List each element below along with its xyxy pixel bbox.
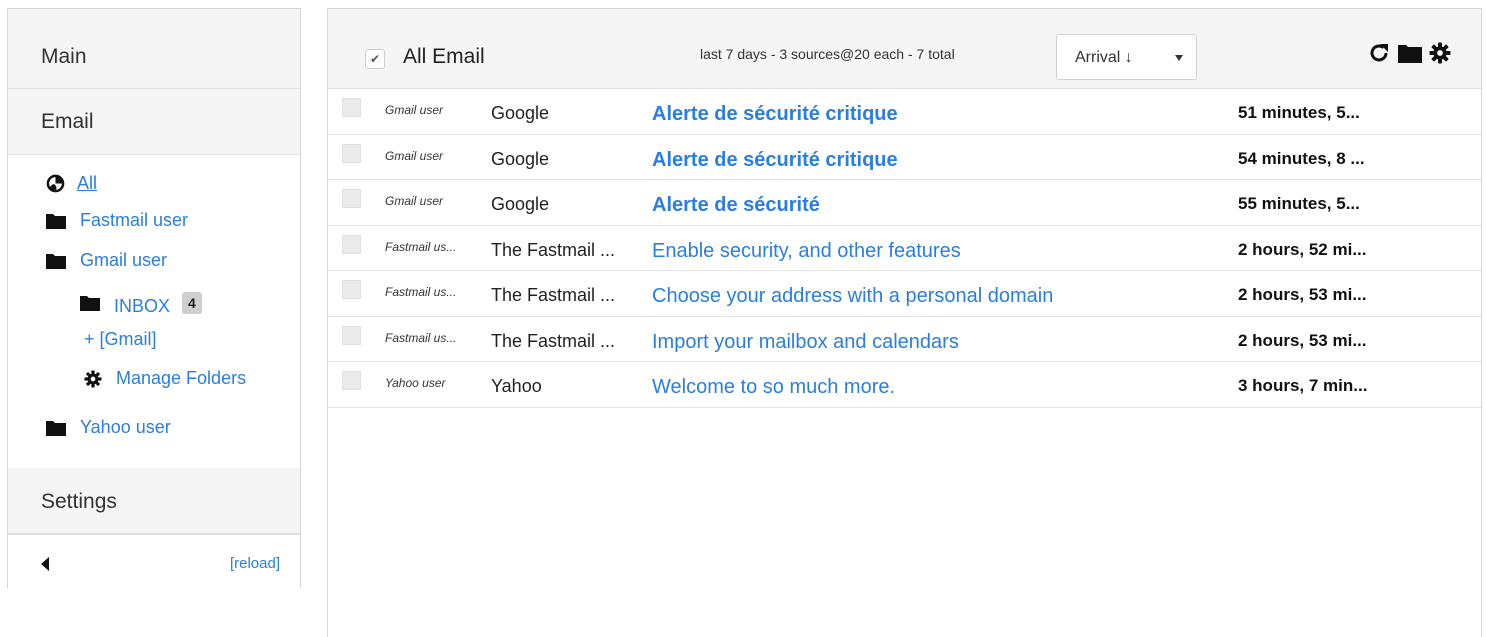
message-time: 55 minutes, 5... (1238, 194, 1360, 213)
row-checkbox[interactable] (342, 280, 361, 299)
message-sender: The Fastmail ... (491, 239, 616, 260)
message-account: Fastmail us... (385, 239, 457, 254)
folder-icon (80, 294, 100, 311)
message-account: Gmail user (385, 194, 444, 208)
message-sender: Yahoo (491, 376, 542, 396)
gear-icon[interactable] (1429, 42, 1451, 64)
message-time: 3 hours, 7 min... (1238, 376, 1368, 395)
gear-icon (84, 369, 102, 388)
folder-all-link[interactable]: All (77, 173, 97, 194)
nav-settings[interactable]: Settings (8, 468, 300, 534)
message-account: Gmail user (385, 103, 444, 117)
folder-fastmail[interactable]: Fastmail user (46, 210, 188, 231)
message-sender: Google (491, 194, 550, 214)
row-checkbox[interactable] (342, 325, 361, 345)
message-time: 54 minutes, 8 ... (1238, 148, 1365, 168)
message-time: 2 hours, 53 mi... (1238, 285, 1367, 304)
folder-all[interactable]: All (46, 173, 97, 194)
folder-fastmail-link[interactable]: Fastmail user (80, 210, 188, 231)
folder-gmail-sub-link[interactable]: + [Gmail] (84, 329, 157, 350)
message-row[interactable]: Fastmail us... The Fastmail ... Enable s… (328, 226, 1481, 271)
folder-gmail-sub[interactable]: + [Gmail] (84, 329, 157, 350)
chevron-down-icon (1175, 55, 1183, 61)
message-row[interactable]: Gmail user Google Alerte de sécurité cri… (328, 135, 1481, 180)
message-subject[interactable]: Alerte de sécurité critique (652, 149, 898, 172)
message-subject[interactable]: Import your mailbox and calendars (652, 331, 959, 354)
message-row[interactable]: Gmail user Google Alerte de sécurité 55 … (328, 180, 1481, 226)
message-list: Gmail user Google Alerte de sécurité cri… (328, 89, 1481, 408)
manage-folders-link[interactable]: Manage Folders (116, 368, 246, 389)
message-time: 51 minutes, 5... (1238, 103, 1360, 122)
row-checkbox[interactable] (342, 189, 361, 208)
folder-gmail-link[interactable]: Gmail user (80, 250, 167, 271)
globe-icon (46, 174, 65, 193)
message-sender: Google (491, 103, 550, 123)
folder-yahoo[interactable]: Yahoo user (46, 417, 171, 438)
sidebar: Main Email All Fastmail user Gmail user (7, 8, 301, 588)
message-subject[interactable]: Alerte de sécurité (652, 194, 820, 217)
message-row[interactable]: Fastmail us... The Fastmail ... Choose y… (328, 271, 1481, 317)
message-time: 2 hours, 52 mi... (1238, 239, 1367, 259)
message-row[interactable]: Fastmail us... The Fastmail ... Import y… (328, 317, 1481, 362)
message-sender: The Fastmail ... (491, 330, 616, 351)
reload-link[interactable]: [reload] (230, 555, 280, 572)
refresh-icon[interactable] (1367, 41, 1391, 65)
select-all-checkbox[interactable]: ✔ (365, 49, 385, 69)
unread-count-badge: 4 (182, 291, 202, 314)
message-subject[interactable]: Enable security, and other features (652, 240, 961, 263)
message-account: Gmail user (385, 148, 444, 163)
message-account: Fastmail us... (385, 330, 457, 345)
message-subject[interactable]: Alerte de sécurité critique (652, 103, 898, 126)
collapse-sidebar-icon[interactable] (41, 557, 49, 571)
folder-icon[interactable] (1397, 42, 1423, 64)
sidebar-footer: [reload] (8, 534, 300, 588)
row-checkbox[interactable] (342, 143, 361, 163)
folder-icon (46, 419, 66, 436)
manage-folders[interactable]: Manage Folders (84, 368, 246, 389)
sort-select-value: Arrival ↓ (1075, 49, 1133, 66)
toolbar-actions (1367, 41, 1451, 65)
list-summary: last 7 days - 3 sources@20 each - 7 tota… (700, 46, 955, 62)
nav-main[interactable]: Main (8, 9, 300, 89)
email-list-panel: ✔ All Email last 7 days - 3 sources@20 e… (327, 8, 1482, 637)
row-checkbox[interactable] (342, 371, 361, 390)
message-sender: Google (491, 148, 550, 169)
email-toolbar: ✔ All Email last 7 days - 3 sources@20 e… (328, 9, 1481, 89)
message-account: Fastmail us... (385, 285, 457, 299)
row-checkbox[interactable] (342, 98, 361, 117)
row-checkbox[interactable] (342, 234, 361, 254)
folder-yahoo-link[interactable]: Yahoo user (80, 417, 171, 438)
message-row[interactable]: Gmail user Google Alerte de sécurité cri… (328, 89, 1481, 135)
folder-inbox-link[interactable]: INBOX (114, 296, 170, 317)
message-subject[interactable]: Choose your address with a personal doma… (652, 285, 1053, 308)
nav-email[interactable]: Email (8, 89, 300, 155)
message-sender: The Fastmail ... (491, 285, 616, 305)
sort-select[interactable]: Arrival ↓ (1056, 34, 1197, 80)
folder-gmail[interactable]: Gmail user (46, 250, 167, 271)
message-account: Yahoo user (385, 376, 446, 390)
folder-inbox[interactable]: INBOX 4 (80, 288, 202, 317)
message-row[interactable]: Yahoo user Yahoo Welcome to so much more… (328, 362, 1481, 408)
folder-icon (46, 252, 66, 269)
folder-icon (46, 212, 66, 229)
message-time: 2 hours, 53 mi... (1238, 330, 1367, 350)
list-title: All Email (403, 45, 485, 68)
message-subject[interactable]: Welcome to so much more. (652, 376, 895, 399)
